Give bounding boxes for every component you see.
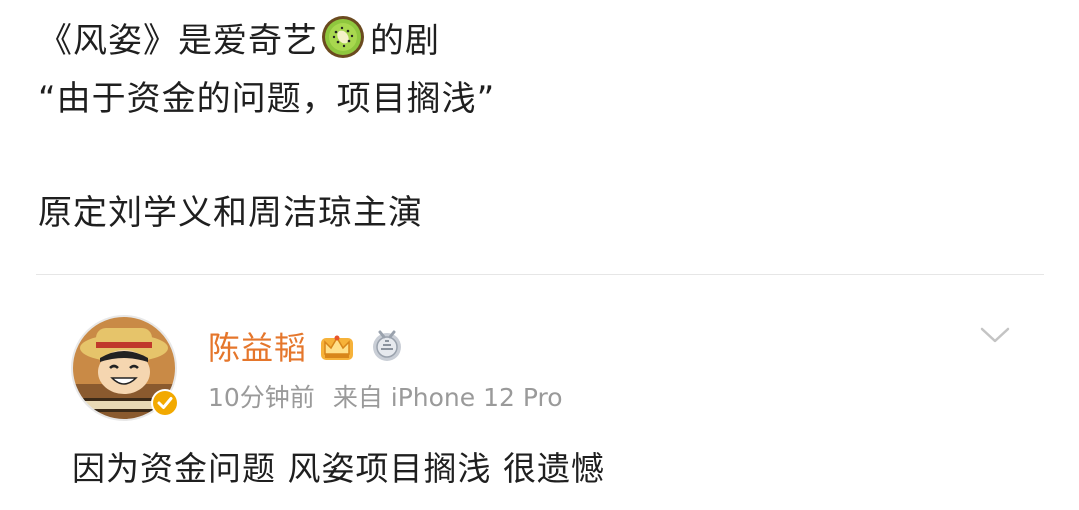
verified-badge-icon [150,388,180,418]
post-source[interactable]: 来自 iPhone 12 Pro [333,383,563,412]
post-line-2: “由于资金的问题，项目搁浅” [38,79,496,119]
post-time: 10分钟前 [208,383,315,412]
medal-badge-icon[interactable] [367,326,407,366]
post-line-1-text-after: 的剧 [370,21,440,61]
post-meta: 10分钟前 来自 iPhone 12 Pro [208,378,563,414]
username[interactable]: 陈益韬 [208,323,307,369]
crown-badge-icon[interactable] [317,326,357,366]
post-line-1: 《风姿》是爱奇艺 的剧 [38,12,1038,70]
avatar[interactable] [70,314,180,422]
post-line-3: 原定刘学义和周洁琼主演 [38,193,423,233]
username-row: 陈益韬 [208,322,407,370]
kiwi-emoji-icon [320,14,366,60]
repost-comment: 因为资金问题 风姿项目搁浅 很遗憾 [72,449,605,488]
post-body: 《风姿》是爱奇艺 的剧 “由于资金的问题，项目搁浅” 原定刘学义和周洁琼主演 [38,12,1038,242]
chevron-down-icon[interactable] [978,322,1012,348]
post-line-1-text-before: 《风姿》是爱奇艺 [38,21,318,61]
divider [36,274,1044,275]
